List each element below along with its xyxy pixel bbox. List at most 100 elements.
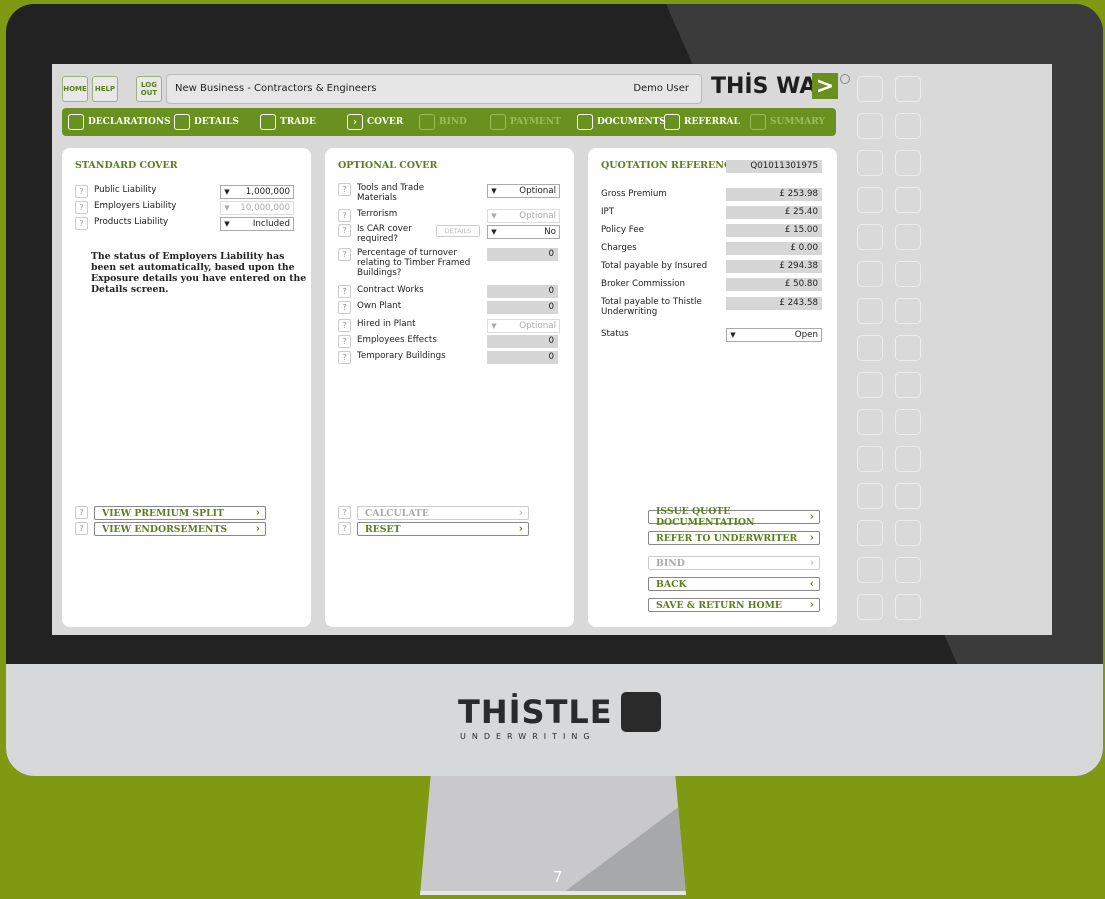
grid-square: [895, 76, 921, 102]
status-select[interactable]: ▼ Open: [726, 328, 822, 342]
endorsements-row: ?: [75, 522, 94, 536]
grid-square: [857, 372, 883, 398]
tab-payment[interactable]: PAYMENT: [490, 114, 561, 130]
charges-label: Charges: [601, 243, 637, 253]
issue-quote-documentation-button[interactable]: ISSUE QUOTE DOCUMENTATION ›: [648, 506, 820, 528]
caret-down-icon: ▼: [224, 220, 230, 228]
details-button[interactable]: DETAILS: [436, 225, 480, 237]
help-icon[interactable]: ?: [338, 209, 351, 222]
checkbox-icon: [68, 114, 84, 130]
timber-turnover-row: ? Percentage of turnover relating to Timb…: [338, 248, 475, 278]
tab-label: BIND: [439, 117, 467, 127]
caret-down-icon: ▼: [224, 188, 230, 196]
chevron-left-icon: ‹: [809, 577, 814, 590]
field-label: Own Plant: [357, 301, 402, 311]
grid-square: [895, 261, 921, 287]
policy-fee-value: £ 15.00: [726, 224, 822, 237]
checkbox-icon: [490, 114, 506, 130]
chevron-right-icon: ›: [809, 556, 814, 569]
tab-referral[interactable]: REFERRAL: [664, 114, 740, 130]
tab-label: PAYMENT: [510, 117, 561, 127]
help-icon[interactable]: ?: [338, 224, 351, 237]
brand-name: THİSTLE: [458, 693, 613, 731]
help-icon[interactable]: ?: [338, 351, 351, 364]
help-icon[interactable]: ?: [338, 248, 351, 261]
brand-box-icon: [620, 692, 661, 732]
grid-square: [895, 409, 921, 435]
save-return-home-button[interactable]: SAVE & RETURN HOME ›: [648, 598, 820, 612]
grid-square: [857, 557, 883, 583]
help-icon[interactable]: ?: [75, 217, 88, 230]
button-label: CALCULATE: [365, 507, 429, 519]
button-label: VIEW ENDORSEMENTS: [102, 523, 228, 535]
grid-square: [857, 261, 883, 287]
chevron-right-icon: ›: [347, 114, 363, 130]
tools-trade-select[interactable]: ▼ Optional: [487, 184, 560, 198]
reset-row: ?: [338, 522, 357, 536]
refer-to-underwriter-button[interactable]: REFER TO UNDERWRITER ›: [648, 531, 820, 545]
grid-square: [857, 113, 883, 139]
stand-shade: [560, 776, 686, 895]
select-value: Optional: [519, 211, 556, 221]
select-value: 1,000,000: [245, 187, 290, 197]
view-premium-split-button[interactable]: VIEW PREMIUM SPLIT ›: [94, 506, 266, 520]
grid-square: [895, 224, 921, 250]
logout-button[interactable]: LOG OUT: [136, 76, 162, 102]
reset-button[interactable]: RESET ›: [357, 522, 529, 536]
contract-works-input[interactable]: 0: [487, 285, 558, 298]
temporary-buildings-input[interactable]: 0: [487, 351, 558, 364]
ipt-value: £ 25.40: [726, 206, 822, 219]
grid-square: [857, 483, 883, 509]
help-icon[interactable]: ?: [75, 185, 88, 198]
caret-down-icon: ▼: [730, 331, 736, 339]
timber-turnover-input[interactable]: 0: [487, 248, 558, 261]
caret-down-icon: ▼: [491, 212, 497, 220]
home-button[interactable]: HOME: [62, 76, 88, 102]
help-icon[interactable]: ?: [338, 522, 351, 535]
button-label: SAVE & RETURN HOME: [656, 599, 782, 611]
own-plant-input[interactable]: 0: [487, 301, 558, 314]
help-icon[interactable]: ?: [75, 506, 88, 519]
employees-effects-input[interactable]: 0: [487, 335, 558, 348]
help-icon[interactable]: ?: [338, 301, 351, 314]
tab-bind[interactable]: BIND: [419, 114, 467, 130]
select-value: No: [544, 227, 556, 237]
help-icon[interactable]: ?: [338, 319, 351, 332]
stand-base: [420, 891, 686, 895]
car-cover-select[interactable]: ▼ No: [487, 225, 560, 239]
grid-square: [895, 113, 921, 139]
calculate-button[interactable]: CALCULATE ›: [357, 506, 529, 520]
products-liability-select[interactable]: ▼ Included: [220, 217, 294, 231]
tab-details[interactable]: DETAILS: [174, 114, 239, 130]
standard-cover-panel: STANDARD COVER ? Public Liability ▼ 1,000,…: [62, 148, 311, 627]
grid-square: [895, 187, 921, 213]
grid-square: [857, 150, 883, 176]
caret-down-icon: ▼: [491, 187, 497, 195]
checkbox-icon: [577, 114, 593, 130]
tab-trade[interactable]: TRADE: [260, 114, 316, 130]
employers-liability-row: ? Employers Liability: [75, 201, 176, 215]
contract-works-row: ? Contract Works: [338, 285, 424, 299]
help-icon[interactable]: ?: [75, 522, 88, 535]
help-icon[interactable]: ?: [338, 335, 351, 348]
public-liability-select[interactable]: ▼ 1,000,000: [220, 185, 294, 199]
back-button[interactable]: BACK ‹: [648, 577, 820, 591]
button-label: REFER TO UNDERWRITER: [656, 532, 798, 544]
tab-summary[interactable]: SUMMARY: [750, 114, 825, 130]
products-liability-row: ? Products Liability: [75, 217, 168, 231]
help-icon[interactable]: ?: [338, 506, 351, 519]
ipt-label: IPT: [601, 207, 615, 217]
tab-documents[interactable]: DOCUMENTS: [577, 114, 666, 130]
help-button[interactable]: HELP: [92, 76, 118, 102]
tab-cover[interactable]: › COVER: [347, 114, 403, 130]
button-label: BACK: [656, 578, 687, 590]
view-endorsements-button[interactable]: VIEW ENDORSEMENTS ›: [94, 522, 266, 536]
bind-button[interactable]: BIND ›: [648, 556, 820, 570]
tools-trade-row: ? Tools and Trade Materials: [338, 183, 478, 203]
help-icon[interactable]: ?: [338, 183, 351, 196]
tab-label: DOCUMENTS: [597, 117, 666, 127]
tab-declarations[interactable]: DECLARATIONS: [68, 114, 171, 130]
help-icon[interactable]: ?: [338, 285, 351, 298]
help-icon[interactable]: ?: [75, 201, 88, 214]
grid-square: [857, 76, 883, 102]
